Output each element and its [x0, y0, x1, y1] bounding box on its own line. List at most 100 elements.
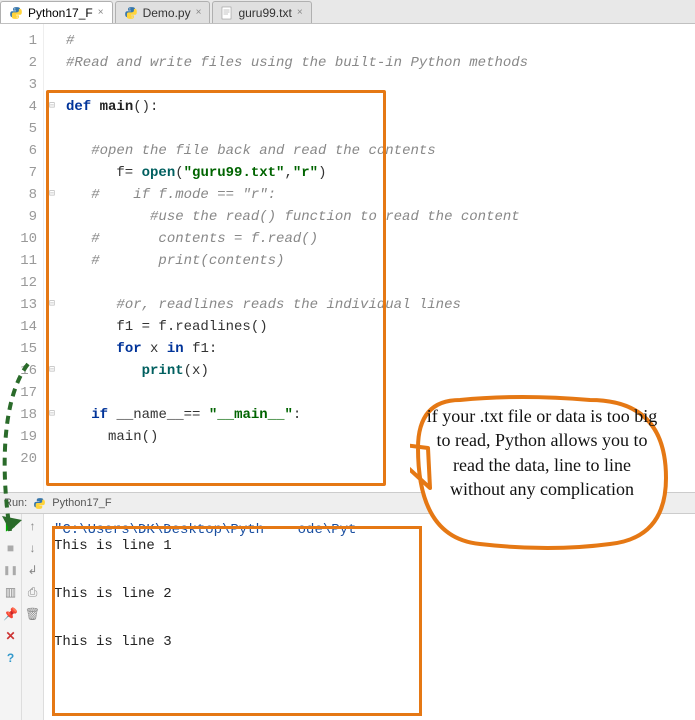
line-number: 6	[0, 140, 37, 162]
console-output[interactable]: "C:\Users\DK\Desktop\Pyth ode\PytThis is…	[44, 514, 695, 720]
close-icon[interactable]: ×	[297, 7, 303, 18]
run-icon[interactable]: ▶	[3, 518, 19, 534]
code-line[interactable]: print(x)	[66, 360, 695, 382]
up-icon[interactable]: ↑	[25, 518, 41, 534]
line-number: 1	[0, 30, 37, 52]
tab-label: Python17_F	[28, 6, 93, 20]
line-number: 8	[0, 184, 37, 206]
line-number: 15	[0, 338, 37, 360]
code-line[interactable]: # print(contents)	[66, 250, 695, 272]
fold-gutter[interactable]: ⊟ ⊟ ⊟ ⊟ ⊟	[44, 24, 60, 492]
code-line[interactable]: # if f.mode == "r":	[66, 184, 695, 206]
fold-marker	[44, 206, 60, 228]
line-number: 14	[0, 316, 37, 338]
stop-icon[interactable]: ■	[3, 540, 19, 556]
tab-guru99[interactable]: guru99.txt ×	[212, 1, 311, 23]
fold-marker	[44, 426, 60, 448]
line-number: 12	[0, 272, 37, 294]
fold-marker	[44, 30, 60, 52]
fold-marker	[44, 316, 60, 338]
code-line[interactable]	[66, 74, 695, 96]
console-line	[54, 570, 685, 586]
code-line[interactable]: # contents = f.read()	[66, 228, 695, 250]
annotation-callout-text: if your .txt file or data is too big to …	[424, 404, 660, 501]
console-line: This is line 2	[54, 586, 685, 602]
line-number: 18	[0, 404, 37, 426]
fold-marker[interactable]: ⊟	[44, 360, 60, 382]
line-number: 4	[0, 96, 37, 118]
print-icon[interactable]: ⎙	[25, 584, 41, 600]
fold-marker	[44, 228, 60, 250]
code-line[interactable]: #use the read() function to read the con…	[66, 206, 695, 228]
fold-marker[interactable]: ⊟	[44, 96, 60, 118]
down-icon[interactable]: ↓	[25, 540, 41, 556]
line-number: 10	[0, 228, 37, 250]
fold-marker	[44, 382, 60, 404]
run-console: ▶ ■ ❚❚ ▥ 📌 ✕ ? ↑ ↓ ↲ ⎙ 🗑 "C:\Users\DK\De…	[0, 514, 695, 720]
console-line: This is line 1	[54, 538, 685, 554]
console-line	[54, 602, 685, 618]
trash-icon[interactable]: 🗑	[25, 606, 41, 622]
line-number: 5	[0, 118, 37, 140]
fold-marker	[44, 140, 60, 162]
fold-marker[interactable]: ⊟	[44, 294, 60, 316]
console-line	[54, 618, 685, 634]
code-line[interactable]: #Read and write files using the built-in…	[66, 52, 695, 74]
line-number: 13	[0, 294, 37, 316]
help-icon[interactable]: ?	[3, 650, 19, 666]
python-icon	[33, 497, 46, 510]
line-number: 11	[0, 250, 37, 272]
line-number: 2	[0, 52, 37, 74]
fold-marker	[44, 448, 60, 470]
code-line[interactable]: for x in f1:	[66, 338, 695, 360]
editor-tabs: Python17_F × Demo.py × guru99.txt ×	[0, 0, 695, 24]
wrap-icon[interactable]: ↲	[25, 562, 41, 578]
fold-marker	[44, 74, 60, 96]
code-line[interactable]: f= open("guru99.txt","r")	[66, 162, 695, 184]
python-icon	[124, 6, 138, 20]
code-line[interactable]: #open the file back and read the content…	[66, 140, 695, 162]
console-line: This is line 3	[54, 634, 685, 650]
fold-marker[interactable]: ⊟	[44, 404, 60, 426]
fold-marker	[44, 338, 60, 360]
code-line[interactable]: def main():	[66, 96, 695, 118]
tab-python17f[interactable]: Python17_F ×	[0, 1, 113, 23]
line-number: 7	[0, 162, 37, 184]
close-icon[interactable]: ✕	[3, 628, 19, 644]
tab-label: Demo.py	[143, 6, 191, 20]
console-path: "C:\Users\DK\Desktop\Pyth ode\Pyt	[54, 522, 685, 538]
line-number: 16	[0, 360, 37, 382]
line-number: 3	[0, 74, 37, 96]
console-toolbar-left2: ↑ ↓ ↲ ⎙ 🗑	[22, 514, 44, 720]
line-number: 20	[0, 448, 37, 470]
pause-icon[interactable]: ❚❚	[3, 562, 19, 578]
code-line[interactable]	[66, 272, 695, 294]
code-line[interactable]: #	[66, 30, 695, 52]
console-toolbar-left: ▶ ■ ❚❚ ▥ 📌 ✕ ?	[0, 514, 22, 720]
layout-icon[interactable]: ▥	[3, 584, 19, 600]
close-icon[interactable]: ×	[98, 7, 104, 18]
line-number: 19	[0, 426, 37, 448]
tab-demo[interactable]: Demo.py ×	[115, 1, 211, 23]
fold-marker	[44, 162, 60, 184]
line-number: 17	[0, 382, 37, 404]
close-icon[interactable]: ×	[196, 7, 202, 18]
code-line[interactable]	[66, 118, 695, 140]
fold-marker	[44, 118, 60, 140]
code-line[interactable]: f1 = f.readlines()	[66, 316, 695, 338]
tab-label: guru99.txt	[238, 6, 291, 20]
fold-marker	[44, 250, 60, 272]
text-file-icon	[221, 6, 233, 20]
python-icon	[9, 6, 23, 20]
line-number: 9	[0, 206, 37, 228]
run-target: Python17_F	[52, 497, 111, 509]
console-line	[54, 554, 685, 570]
run-label: Run:	[4, 497, 27, 509]
fold-marker[interactable]: ⊟	[44, 184, 60, 206]
fold-marker	[44, 272, 60, 294]
fold-marker	[44, 52, 60, 74]
code-line[interactable]	[66, 382, 695, 404]
code-line[interactable]: #or, readlines reads the individual line…	[66, 294, 695, 316]
pin-icon[interactable]: 📌	[3, 606, 19, 622]
line-number-gutter: 1234567891011121314151617181920	[0, 24, 44, 492]
